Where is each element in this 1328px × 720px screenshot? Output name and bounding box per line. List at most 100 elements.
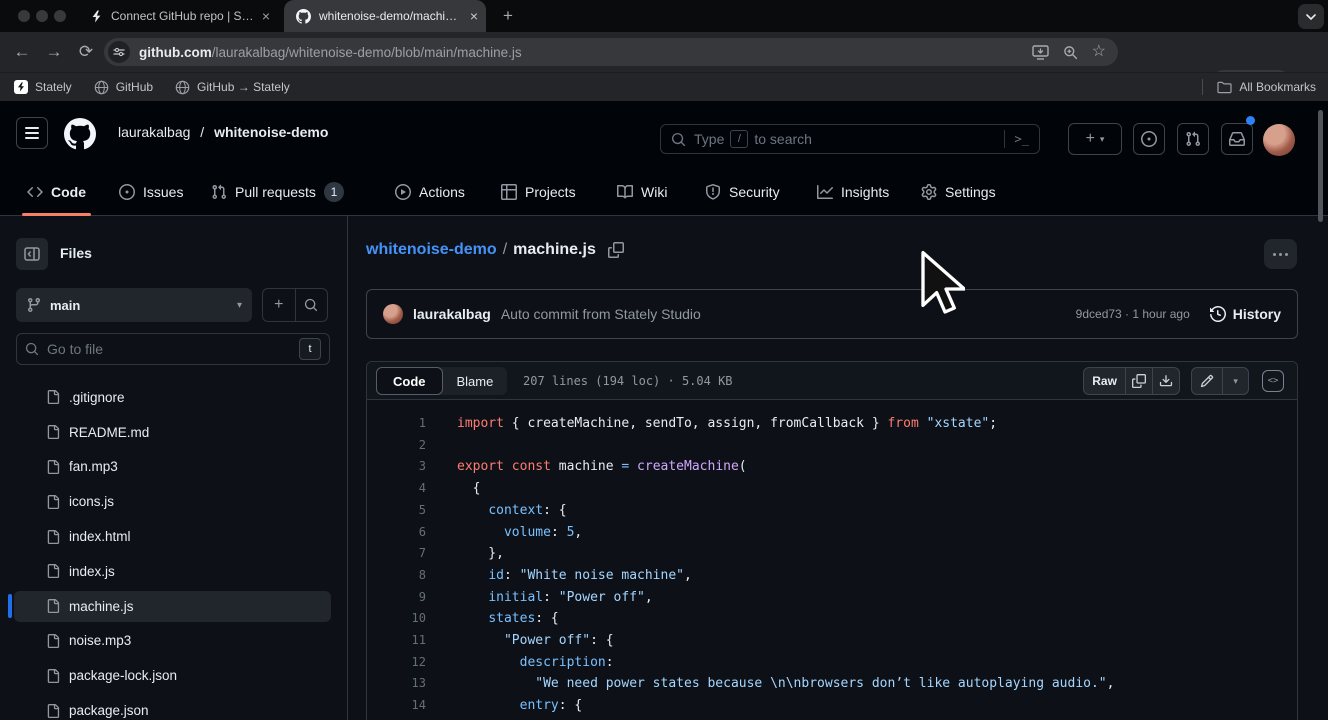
url-text[interactable]: github.com/laurakalbag/whitenoise-demo/b… — [139, 45, 1032, 60]
line-number[interactable]: 13 — [367, 673, 426, 695]
line-number[interactable]: 14 — [367, 695, 426, 717]
edit-dropdown-chevron-icon[interactable]: ▾ — [1222, 368, 1248, 394]
search-files-button[interactable] — [296, 289, 328, 321]
file-item-package.json[interactable]: package.json — [0, 693, 348, 720]
owner-link[interactable]: laurakalbag — [118, 124, 190, 140]
go-to-file-input[interactable]: Go to file t — [16, 333, 330, 365]
history-link[interactable]: History — [1210, 306, 1281, 322]
line-number[interactable]: 6 — [367, 522, 426, 544]
copy-file-icon[interactable] — [1125, 368, 1152, 394]
window-zoom-button[interactable] — [54, 10, 66, 22]
line-number[interactable]: 4 — [367, 478, 426, 500]
forward-icon[interactable]: → — [40, 42, 68, 62]
globe-icon — [94, 80, 109, 95]
new-tab-button[interactable]: + — [496, 4, 520, 28]
repo-tab-projects[interactable]: Projects — [494, 175, 583, 209]
line-number[interactable]: 5 — [367, 500, 426, 522]
line-number[interactable]: 2 — [367, 435, 426, 457]
branch-selector[interactable]: main ▾ — [16, 288, 252, 322]
symbols-panel-button[interactable]: <> — [1262, 370, 1284, 392]
hamburger-menu-button[interactable] — [16, 117, 48, 149]
repo-tab-pull-requests[interactable]: Pull requests1 — [204, 175, 351, 209]
zoom-icon[interactable] — [1063, 45, 1078, 60]
commit-author-avatar[interactable] — [383, 304, 403, 324]
open-in-app-icon[interactable] — [1032, 45, 1049, 60]
bookmark-star-icon[interactable]: ☆ — [1092, 44, 1106, 60]
file-item-package-lock.json[interactable]: package-lock.json — [0, 658, 348, 693]
github-icon — [296, 9, 311, 24]
tab-search-chevron-button[interactable] — [1298, 4, 1324, 29]
copy-path-icon[interactable] — [608, 242, 624, 258]
window-close-button[interactable] — [18, 10, 30, 22]
line-number[interactable]: 8 — [367, 565, 426, 587]
bookmark-github[interactable]: GitHub — [94, 80, 153, 95]
window-minimize-button[interactable] — [36, 10, 48, 22]
tab-code[interactable]: Code — [376, 367, 443, 395]
line-number[interactable]: 1 — [367, 413, 426, 435]
tab-github[interactable]: whitenoise-demo/machine.js × — [284, 0, 486, 32]
repo-tab-security[interactable]: Security — [698, 175, 787, 209]
site-settings-icon[interactable] — [108, 41, 130, 63]
line-number[interactable]: 12 — [367, 652, 426, 674]
code-line-10: 10 states: { — [367, 608, 1297, 630]
edit-pencil-icon[interactable] — [1192, 368, 1222, 394]
line-number[interactable]: 10 — [367, 608, 426, 630]
file-item-index.js[interactable]: index.js — [0, 554, 348, 589]
tab-close-icon[interactable]: × — [262, 9, 270, 23]
tab-stately[interactable]: Connect GitHub repo | Stately × — [78, 0, 278, 32]
tab-title: whitenoise-demo/machine.js — [319, 9, 462, 23]
repo-tab-insights[interactable]: Insights — [810, 175, 896, 209]
repo-tab-code[interactable]: Code — [20, 175, 93, 209]
page-scrollbar-thumb[interactable] — [1318, 110, 1323, 222]
pr-icon — [211, 184, 227, 200]
file-icon — [46, 599, 60, 613]
breadcrumb-repo-link[interactable]: whitenoise-demo — [366, 241, 497, 259]
download-icon[interactable] — [1152, 368, 1179, 394]
folder-icon — [1217, 81, 1232, 94]
file-item-noise.mp3[interactable]: noise.mp3 — [0, 624, 348, 659]
raw-button[interactable]: Raw — [1084, 368, 1125, 394]
create-new-button[interactable]: +▾ — [1068, 123, 1122, 155]
file-item-machine.js[interactable]: machine.js — [0, 589, 348, 624]
line-number[interactable]: 3 — [367, 456, 426, 478]
pull-requests-icon-button[interactable] — [1177, 123, 1209, 155]
file-item-index.html[interactable]: index.html — [0, 519, 348, 554]
all-bookmarks-button[interactable]: All Bookmarks — [1217, 80, 1316, 94]
search-placeholder: to search — [754, 131, 812, 147]
line-number[interactable]: 7 — [367, 543, 426, 565]
commit-author[interactable]: laurakalbag — [413, 306, 491, 322]
file-item-fan.mp3[interactable]: fan.mp3 — [0, 450, 348, 485]
branch-icon — [26, 297, 42, 313]
user-avatar[interactable] — [1263, 124, 1295, 156]
repo-tab-wiki[interactable]: Wiki — [610, 175, 674, 209]
file-item-.gitignore[interactable]: .gitignore — [0, 380, 348, 415]
code-content[interactable]: 1import { createMachine, sendTo, assign,… — [367, 400, 1297, 717]
new-file-button[interactable]: + — [263, 289, 296, 321]
reload-icon[interactable]: ⟳ — [72, 42, 100, 62]
tab-blame[interactable]: Blame — [443, 367, 508, 395]
global-search-input[interactable]: Type / to search >_ — [660, 124, 1040, 154]
repo-tab-actions[interactable]: Actions — [388, 175, 472, 209]
line-number[interactable]: 9 — [367, 587, 426, 609]
github-logo[interactable] — [64, 118, 96, 150]
command-palette-button[interactable]: >_ — [1004, 125, 1039, 153]
issues-icon-button[interactable] — [1133, 123, 1165, 155]
commit-sha-time[interactable]: 9dced73 · 1 hour ago — [1076, 307, 1190, 321]
repo-tab-settings[interactable]: Settings — [914, 175, 1003, 209]
more-options-button[interactable] — [1264, 239, 1297, 269]
repo-tab-issues[interactable]: Issues — [112, 175, 190, 209]
commit-message[interactable]: Auto commit from Stately Studio — [501, 306, 701, 322]
address-bar[interactable]: github.com/laurakalbag/whitenoise-demo/b… — [104, 38, 1118, 66]
code-line-1: 1import { createMachine, sendTo, assign,… — [367, 413, 1297, 435]
inbox-icon-button[interactable] — [1221, 123, 1253, 155]
collapse-sidebar-button[interactable] — [16, 238, 48, 270]
bookmark-github-stately[interactable]: GitHub → Stately — [175, 80, 290, 95]
file-item-README.md[interactable]: README.md — [0, 415, 348, 450]
line-number[interactable]: 11 — [367, 630, 426, 652]
all-bookmarks-label: All Bookmarks — [1239, 80, 1316, 94]
file-item-icons.js[interactable]: icons.js — [0, 484, 348, 519]
tab-close-icon[interactable]: × — [470, 9, 478, 23]
repo-link[interactable]: whitenoise-demo — [214, 124, 328, 140]
bookmark-stately[interactable]: Stately — [14, 80, 72, 94]
back-icon[interactable]: ← — [8, 42, 36, 62]
